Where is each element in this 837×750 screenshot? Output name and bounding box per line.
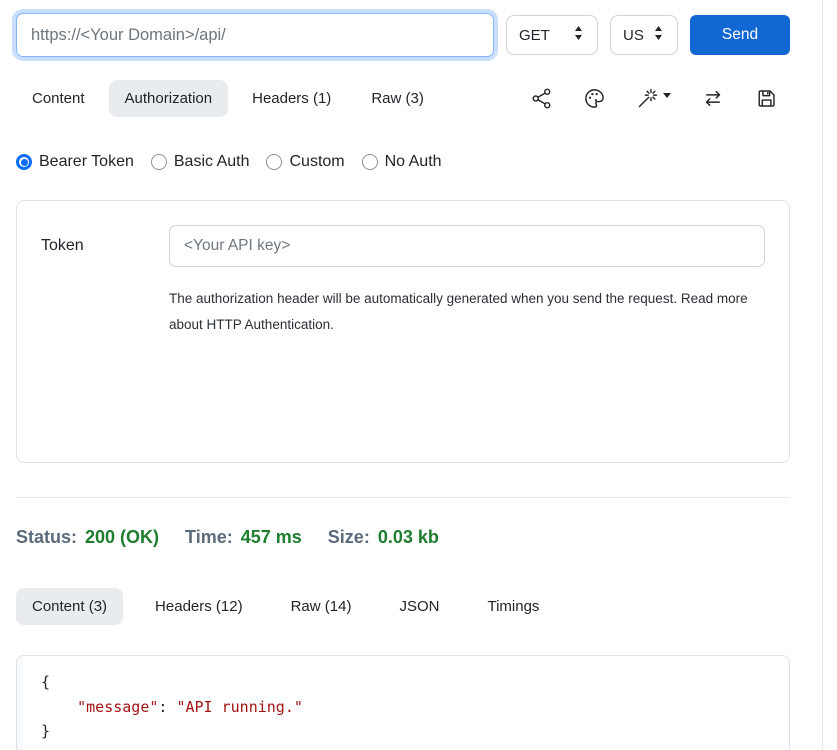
- request-toolbar: [530, 87, 790, 110]
- auth-option-no-auth[interactable]: No Auth: [362, 153, 442, 171]
- response-tabs: Content (3) Headers (12) Raw (14) JSON T…: [16, 585, 790, 627]
- token-input[interactable]: [169, 225, 765, 267]
- token-label: Token: [41, 237, 169, 255]
- chevron-down-icon: [663, 93, 671, 98]
- send-button[interactable]: Send: [690, 15, 790, 55]
- code-open-brace: {: [41, 673, 50, 691]
- share-icon[interactable]: [530, 87, 553, 110]
- time-label: Time:: [185, 527, 233, 548]
- status-value: 200 (OK): [85, 527, 159, 548]
- request-tabs: Content Authorization Headers (1) Raw (3…: [16, 78, 790, 118]
- size-label: Size:: [328, 527, 370, 548]
- tab-authorization[interactable]: Authorization: [109, 80, 229, 117]
- status-code: Status: 200 (OK): [16, 527, 159, 548]
- response-time: Time: 457 ms: [185, 527, 302, 548]
- radio-label: Bearer Token: [39, 153, 134, 171]
- tab-response-raw[interactable]: Raw (14): [275, 588, 368, 625]
- auth-option-basic-auth[interactable]: Basic Auth: [151, 153, 250, 171]
- request-bar: GET US Send: [16, 13, 790, 57]
- swap-arrows-icon[interactable]: [701, 87, 725, 110]
- section-divider: [16, 497, 790, 498]
- code-value: "API running.": [176, 698, 302, 716]
- response-body-code[interactable]: { "message": "API running." }: [23, 656, 789, 750]
- radio-unchecked-icon: [151, 154, 167, 170]
- tab-response-timings[interactable]: Timings: [471, 588, 555, 625]
- response-body-block: { "message": "API running." }: [16, 655, 790, 750]
- scrollbar-edge: [822, 0, 823, 750]
- tab-raw[interactable]: Raw (3): [355, 80, 440, 117]
- url-input[interactable]: [16, 13, 494, 57]
- api-tester-page: GET US Send Content Authorizati: [0, 0, 837, 750]
- region-select[interactable]: US: [610, 15, 678, 55]
- response-status: Status: 200 (OK) Time: 457 ms Size: 0.03…: [16, 524, 790, 550]
- size-value: 0.03 kb: [378, 527, 439, 548]
- tab-response-json[interactable]: JSON: [383, 588, 455, 625]
- radio-unchecked-icon: [362, 154, 378, 170]
- status-label: Status:: [16, 527, 77, 548]
- code-close-brace: }: [41, 722, 50, 740]
- radio-label: Custom: [289, 153, 344, 171]
- tab-response-content[interactable]: Content (3): [16, 588, 123, 625]
- code-separator: :: [158, 698, 176, 716]
- tab-content[interactable]: Content: [16, 80, 101, 117]
- auth-option-custom[interactable]: Custom: [266, 153, 344, 171]
- radio-unchecked-icon: [266, 154, 282, 170]
- region-select-value: US: [623, 27, 644, 44]
- auth-helper-text: The authorization header will be automat…: [169, 286, 764, 339]
- method-select[interactable]: GET: [506, 15, 598, 55]
- auth-type-options: Bearer Token Basic Auth Custom No Auth: [16, 150, 790, 174]
- palette-icon[interactable]: [583, 87, 606, 110]
- tab-headers[interactable]: Headers (1): [236, 80, 347, 117]
- radio-label: No Auth: [385, 153, 442, 171]
- updown-arrows-icon: [652, 25, 665, 45]
- radio-checked-icon: [16, 154, 32, 170]
- radio-label: Basic Auth: [174, 153, 250, 171]
- magic-wand-icon[interactable]: [636, 87, 671, 110]
- save-icon[interactable]: [755, 87, 778, 110]
- code-key: "message": [77, 698, 158, 716]
- time-value: 457 ms: [241, 527, 302, 548]
- tab-response-headers[interactable]: Headers (12): [139, 588, 259, 625]
- auth-option-bearer-token[interactable]: Bearer Token: [16, 153, 134, 171]
- authorization-panel: Token The authorization header will be a…: [16, 200, 790, 463]
- response-size: Size: 0.03 kb: [328, 527, 439, 548]
- method-select-value: GET: [519, 27, 550, 44]
- updown-arrows-icon: [572, 25, 585, 45]
